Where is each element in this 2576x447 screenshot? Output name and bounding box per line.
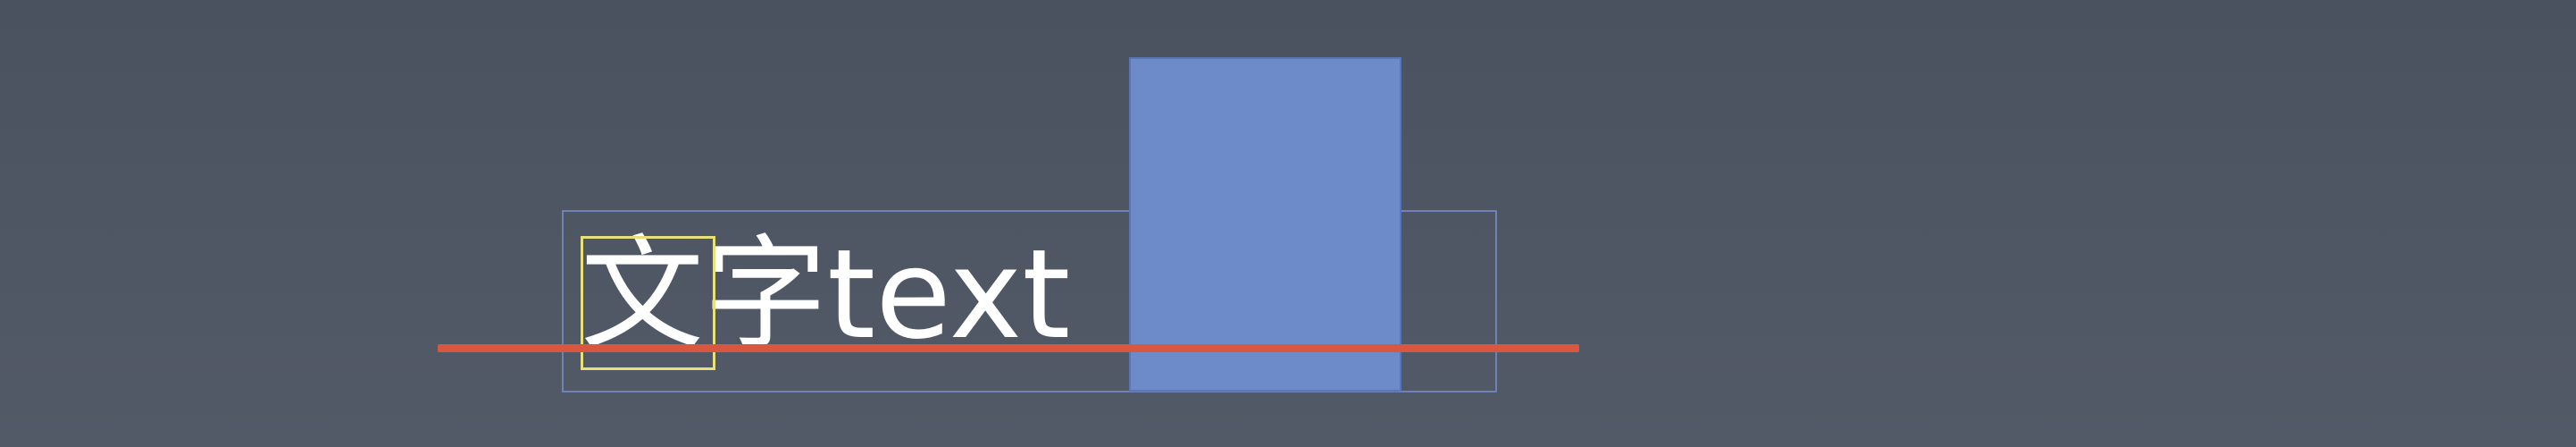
baseline-line (438, 344, 1579, 352)
diagram-canvas: 文字text (0, 0, 2576, 447)
inline-block-rectangle (1129, 57, 1401, 392)
